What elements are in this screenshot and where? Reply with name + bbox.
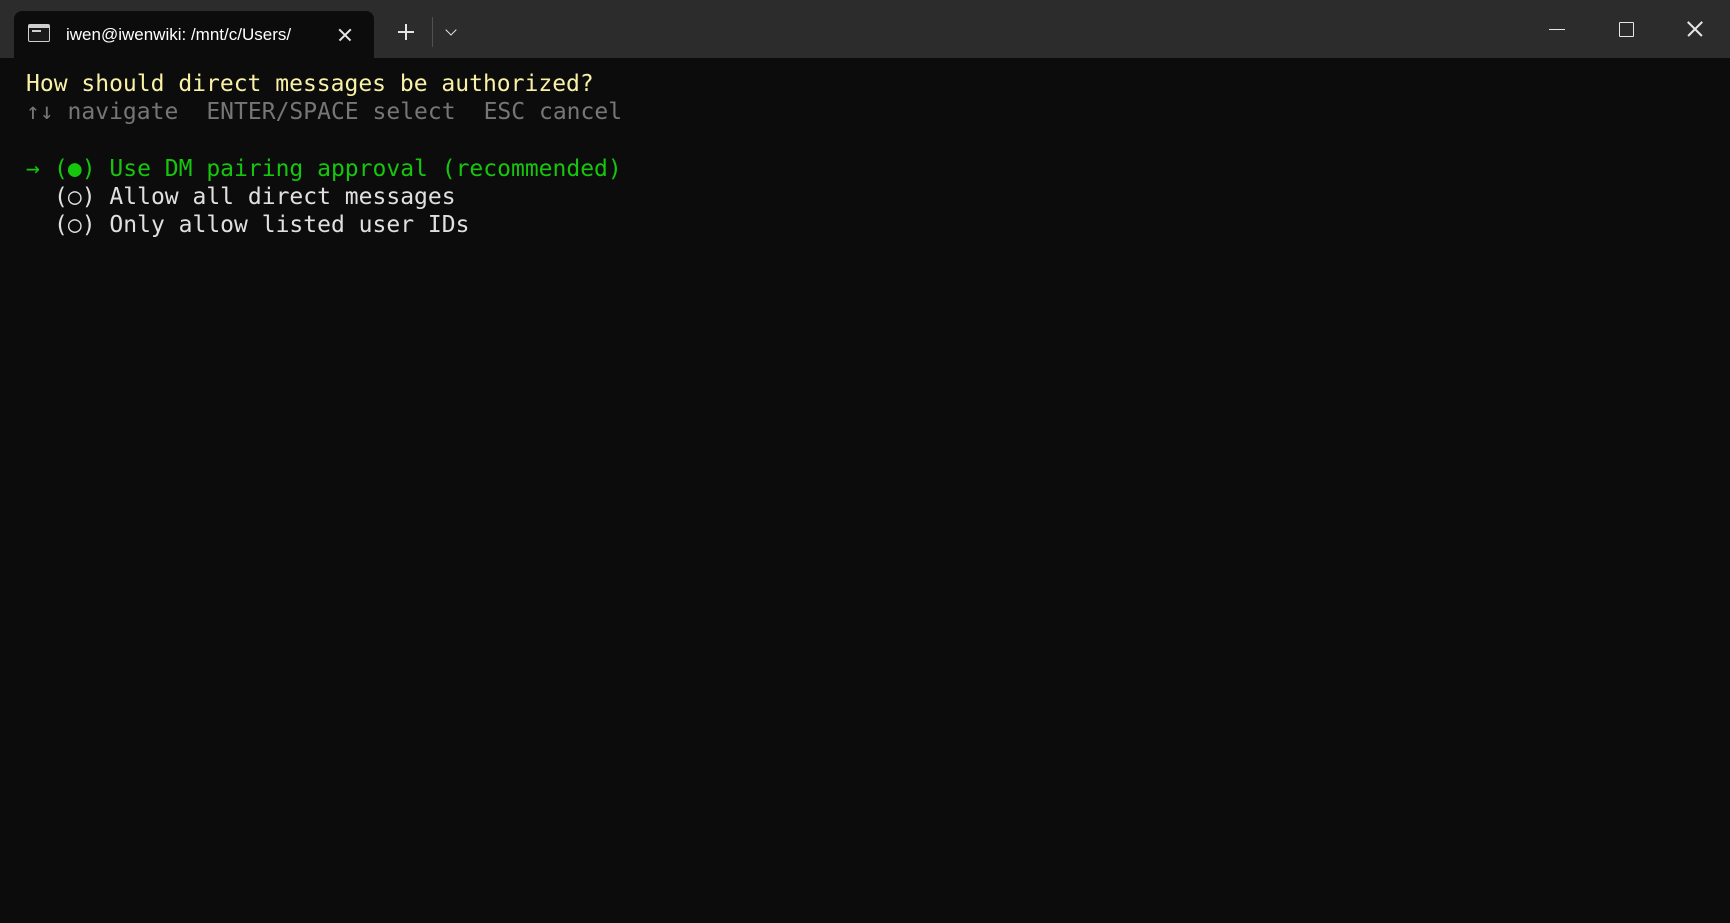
radio-unselected-icon: (○) (54, 212, 96, 238)
maximize-icon[interactable] (1609, 14, 1643, 44)
prompt-question: How should direct messages be authorized… (26, 71, 594, 97)
tab-divider (432, 17, 433, 47)
hint-navigate: ↑↓ navigate (26, 99, 179, 125)
option-listed-ids[interactable]: (○) Only allow listed user IDs (26, 211, 469, 239)
tab-title: iwen@iwenwiki: /mnt/c/Users/ (66, 25, 292, 44)
option-dm-pairing[interactable]: → (●) Use DM pairing approval (recommende… (26, 155, 622, 183)
close-tab-icon[interactable] (332, 22, 358, 48)
terminal-window: iwen@iwenwiki: /mnt/c/Users/ How should … (0, 0, 1730, 923)
radio-unselected-icon: (○) (54, 184, 96, 210)
terminal-tab[interactable]: iwen@iwenwiki: /mnt/c/Users/ (14, 11, 374, 58)
key-hints: ↑↓ navigate ENTER/SPACE select ESC cancel (26, 98, 622, 126)
minimize-icon[interactable] (1540, 14, 1574, 44)
selection-arrow-icon: → (26, 156, 40, 182)
chevron-down-icon[interactable] (440, 20, 464, 44)
radio-selected-icon: (●) (54, 156, 96, 182)
title-bar[interactable]: iwen@iwenwiki: /mnt/c/Users/ (0, 0, 1730, 58)
terminal-icon (28, 24, 50, 42)
terminal-output[interactable]: How should direct messages be authorized… (0, 58, 1730, 923)
plus-icon[interactable] (394, 20, 418, 44)
option-allow-all[interactable]: (○) Allow all direct messages (26, 183, 456, 211)
option-label: Allow all direct messages (109, 184, 456, 210)
hint-select: ENTER/SPACE select (206, 99, 456, 125)
option-label: Only allow listed user IDs (109, 212, 470, 238)
close-icon[interactable] (1678, 14, 1712, 44)
hint-cancel: ESC cancel (483, 99, 623, 125)
option-label: Use DM pairing approval (recommended) (109, 156, 622, 182)
